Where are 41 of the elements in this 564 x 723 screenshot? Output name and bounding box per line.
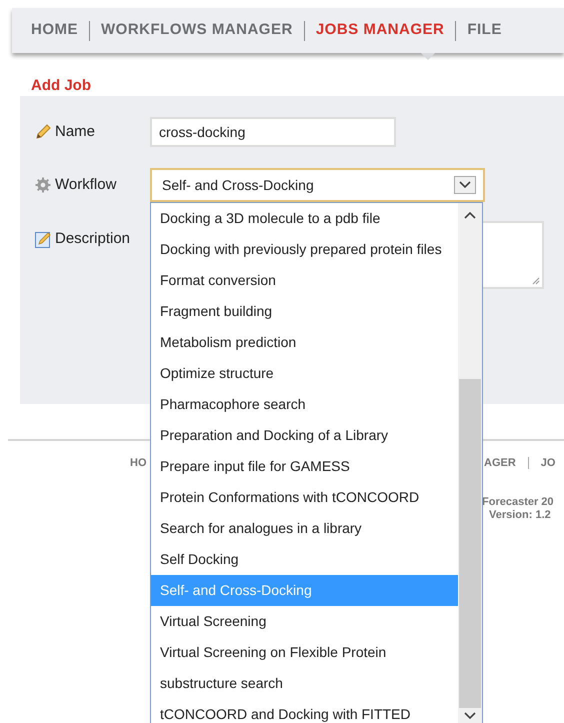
- dropdown-option[interactable]: Preparation and Docking of a Library: [151, 420, 458, 451]
- dropdown-option[interactable]: Virtual Screening: [151, 606, 458, 637]
- nav-tab[interactable]: HOME: [31, 19, 78, 42]
- scrollbar[interactable]: [458, 203, 482, 723]
- footer-link[interactable]: HO: [130, 455, 146, 472]
- nav-tab[interactable]: JOBS MANAGER: [316, 19, 444, 42]
- footer-link[interactable]: AGER: [484, 455, 516, 472]
- field-label: Name: [55, 122, 96, 142]
- workflow-select[interactable]: Self- and Cross-Docking: [150, 168, 485, 202]
- dropdown-option[interactable]: Docking with previously prepared protein files: [151, 234, 458, 265]
- field-label: Workflow: [55, 174, 116, 195]
- dropdown-option[interactable]: Search for analogues in a library: [151, 513, 458, 544]
- dropdown-option[interactable]: Metabolism prediction: [151, 327, 458, 358]
- dropdown-option[interactable]: Pharmacophore search: [151, 389, 458, 420]
- nav-tab[interactable]: FILE: [467, 19, 502, 42]
- dropdown-option[interactable]: substructure search: [151, 668, 458, 699]
- note-icon: [35, 230, 51, 248]
- resize-grip-icon: [532, 277, 540, 285]
- footer-link[interactable]: JO: [540, 455, 556, 472]
- dropdown-option[interactable]: Virtual Screening on Flexible Protein: [151, 637, 458, 668]
- version-text: Version: 1.2: [489, 508, 551, 523]
- dropdown-option[interactable]: tCONCOORD and Docking with FITTED: [151, 699, 458, 723]
- dropdown-option[interactable]: Self Docking: [151, 544, 458, 575]
- credit-text: Forecaster 20: [482, 495, 554, 510]
- chevron-down-icon[interactable]: [464, 712, 476, 720]
- dropdown-option[interactable]: Protein Conformations with tCONCOORD: [151, 482, 458, 513]
- scrollbar-thumb[interactable]: [459, 379, 482, 708]
- chevron-down-icon: [454, 176, 476, 194]
- field-label: Description: [55, 228, 130, 249]
- dropdown-option[interactable]: Prepare input file for GAMESS: [151, 451, 458, 482]
- nav-tab[interactable]: WORKFLOWS MANAGER: [101, 19, 293, 42]
- chevron-up-icon[interactable]: [464, 211, 476, 219]
- dropdown-option[interactable]: Docking a 3D molecule to a pdb file: [151, 203, 458, 234]
- dropdown-option[interactable]: Format conversion: [151, 265, 458, 296]
- pencil-icon: [35, 124, 51, 140]
- pointer-icon: [421, 53, 435, 61]
- page-heading: Add Job: [31, 77, 91, 95]
- gear-icon: [35, 177, 51, 193]
- name-input[interactable]: cross-docking: [150, 117, 396, 147]
- dropdown-option[interactable]: Fragment building: [151, 296, 458, 327]
- dropdown-option[interactable]: Optimize structure: [151, 358, 458, 389]
